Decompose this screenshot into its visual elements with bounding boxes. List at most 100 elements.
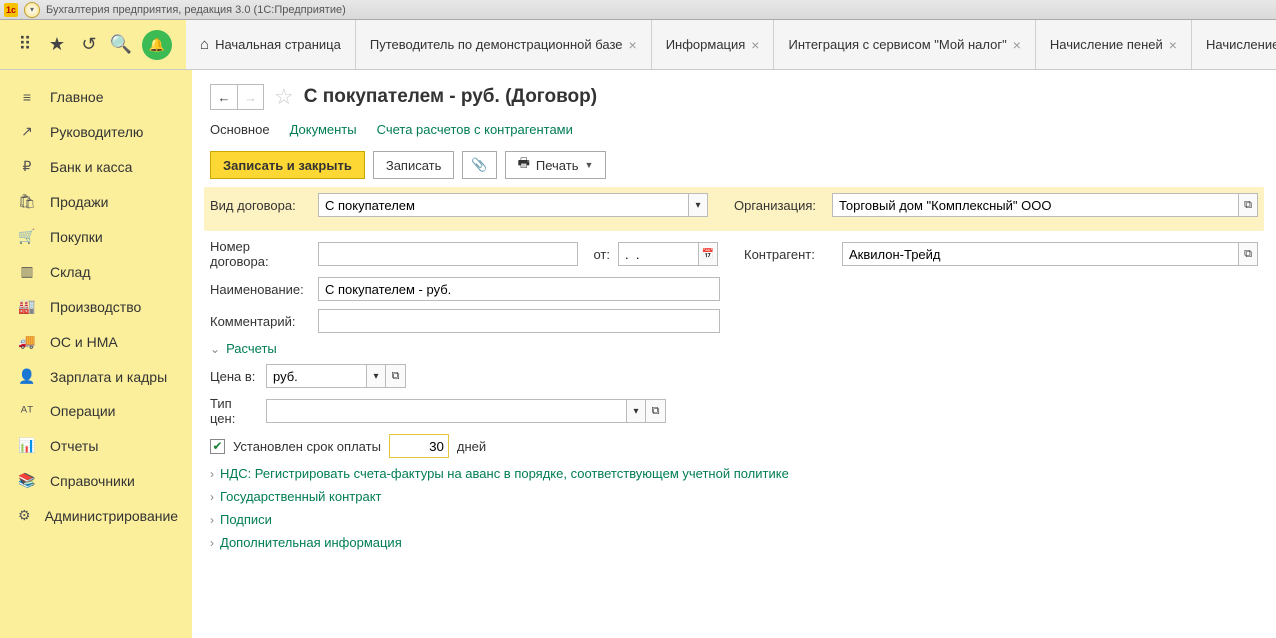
back-button[interactable]: ←: [211, 85, 237, 109]
close-icon[interactable]: ×: [1169, 37, 1177, 53]
chevron-down-icon: ▼: [584, 160, 593, 170]
search-icon[interactable]: 🔍: [110, 34, 132, 56]
favorite-star-icon[interactable]: ☆: [274, 84, 294, 110]
chevron-down-icon[interactable]: ▾: [366, 364, 386, 388]
subtab-docs[interactable]: Документы: [290, 122, 357, 137]
chevron-right-icon: ›: [210, 513, 214, 527]
app-menu-dropdown[interactable]: ▾: [24, 2, 40, 18]
star-icon[interactable]: ★: [46, 34, 68, 56]
nav-buttons: ← →: [210, 84, 264, 110]
partner-input[interactable]: [842, 242, 1238, 266]
factory-icon: 🏭: [18, 298, 36, 315]
sidebar-item-operations[interactable]: ᴬᵀОперации: [0, 394, 192, 428]
section-extra[interactable]: › Дополнительная информация: [210, 535, 1258, 550]
chevron-down-icon[interactable]: ▾: [626, 399, 646, 423]
kind-input[interactable]: [318, 193, 688, 217]
books-icon: 📚: [18, 472, 36, 489]
content: ← → ☆ С покупателем - руб. (Договор) Осн…: [192, 70, 1276, 638]
label-org: Организация:: [734, 198, 824, 213]
tab-penalties-2[interactable]: Начисление пеней: [1192, 20, 1276, 69]
partner-select[interactable]: ⧉: [842, 242, 1258, 266]
price-type-select[interactable]: ▾ ⧉: [266, 399, 666, 423]
sidebar-item-main[interactable]: ≡ Главное: [0, 80, 192, 114]
chevron-down-icon: ⌄: [210, 342, 220, 356]
name-input[interactable]: [318, 277, 720, 301]
tab-penalties-1[interactable]: Начисление пеней ×: [1036, 20, 1192, 69]
date-field[interactable]: 📅: [618, 242, 718, 266]
currency-select[interactable]: ▾ ⧉: [266, 364, 406, 388]
chevron-right-icon: ›: [210, 467, 214, 481]
section-label: НДС: Регистрировать счета-фактуры на ава…: [220, 466, 789, 481]
close-icon[interactable]: ×: [751, 37, 759, 53]
sidebar-item-salary[interactable]: 👤Зарплата и кадры: [0, 359, 192, 394]
chevron-down-icon[interactable]: ▾: [688, 193, 708, 217]
section-nds[interactable]: › НДС: Регистрировать счета-фактуры на а…: [210, 466, 1258, 481]
sidebar-label: Покупки: [50, 229, 103, 245]
currency-input[interactable]: [266, 364, 366, 388]
ruble-icon: ₽: [18, 158, 36, 175]
attach-button[interactable]: 📎: [462, 151, 496, 179]
sidebar-item-production[interactable]: 🏭Производство: [0, 289, 192, 324]
tab-integration[interactable]: Интеграция с сервисом "Мой налог" ×: [774, 20, 1035, 69]
tab-bar: ⌂ Начальная страница Путеводитель по дем…: [186, 20, 1276, 69]
tab-home[interactable]: ⌂ Начальная страница: [186, 20, 356, 69]
org-input[interactable]: [832, 193, 1238, 217]
section-gov[interactable]: › Государственный контракт: [210, 489, 1258, 504]
sidebar-item-refs[interactable]: 📚 Справочники: [0, 463, 192, 498]
subtab-main[interactable]: Основное: [210, 122, 270, 137]
bag-icon: 🛍: [18, 193, 36, 210]
gear-icon: ⚙: [18, 507, 31, 524]
sidebar-item-sales[interactable]: 🛍Продажи: [0, 184, 192, 219]
menu-icon: ≡: [18, 89, 36, 105]
close-icon[interactable]: ×: [629, 37, 637, 53]
org-select[interactable]: ⧉: [832, 193, 1258, 217]
document-header: ← → ☆ С покупателем - руб. (Договор): [210, 84, 1258, 110]
ops-icon: ᴬᵀ: [18, 403, 36, 419]
history-icon[interactable]: ↺: [78, 34, 100, 56]
sidebar-item-assets[interactable]: 🚚ОС и НМА: [0, 324, 192, 359]
price-type-input[interactable]: [266, 399, 626, 423]
top-toolbar: ⠿ ★ ↺ 🔍 🔔 ⌂ Начальная страница Путеводит…: [0, 20, 1276, 70]
person-icon: 👤: [18, 368, 36, 385]
tab-label: Начальная страница: [215, 37, 341, 52]
section-label: Подписи: [220, 512, 272, 527]
sidebar-label: Справочники: [50, 473, 135, 489]
button-label: Записать и закрыть: [223, 158, 352, 173]
sidebar-item-reports[interactable]: 📊Отчеты: [0, 428, 192, 463]
tab-guide[interactable]: Путеводитель по демонстрационной базе ×: [356, 20, 652, 69]
chevron-right-icon: ›: [210, 536, 214, 550]
save-and-close-button[interactable]: Записать и закрыть: [210, 151, 365, 179]
save-button[interactable]: Записать: [373, 151, 455, 179]
print-button[interactable]: 🖶Печать▼: [505, 151, 607, 179]
comment-input[interactable]: [318, 309, 720, 333]
notifications-bell-icon[interactable]: 🔔: [142, 30, 172, 60]
kind-select[interactable]: ▾: [318, 193, 708, 217]
sidebar-label: Главное: [50, 89, 104, 105]
tab-info[interactable]: Информация ×: [652, 20, 775, 69]
date-input[interactable]: [618, 242, 698, 266]
calendar-icon[interactable]: 📅: [698, 242, 718, 266]
open-icon[interactable]: ⧉: [386, 364, 406, 388]
section-label: Дополнительная информация: [220, 535, 402, 550]
open-icon[interactable]: ⧉: [646, 399, 666, 423]
close-icon[interactable]: ×: [1013, 37, 1021, 53]
section-calc[interactable]: ⌄ Расчеты: [210, 341, 1258, 356]
grid-icon[interactable]: ⠿: [14, 34, 36, 56]
open-icon[interactable]: ⧉: [1238, 242, 1258, 266]
section-sign[interactable]: › Подписи: [210, 512, 1258, 527]
subtab-accounts[interactable]: Счета расчетов с контрагентами: [377, 122, 573, 137]
sidebar-item-manager[interactable]: ↗Руководителю: [0, 114, 192, 149]
boxes-icon: ▥: [18, 263, 36, 280]
sidebar-item-purchases[interactable]: 🛒Покупки: [0, 219, 192, 254]
open-icon[interactable]: ⧉: [1238, 193, 1258, 217]
tab-label: Начисление пеней: [1206, 37, 1276, 52]
sidebar-item-warehouse[interactable]: ▥Склад: [0, 254, 192, 289]
forward-button[interactable]: →: [237, 85, 263, 109]
home-icon: ⌂: [200, 36, 209, 53]
number-input[interactable]: [318, 242, 578, 266]
sidebar-item-bank[interactable]: ₽Банк и касса: [0, 149, 192, 184]
sidebar-label: Руководителю: [50, 124, 143, 140]
term-set-checkbox[interactable]: ✔: [210, 439, 225, 454]
sidebar-item-admin[interactable]: ⚙Администрирование: [0, 498, 192, 533]
term-days-input[interactable]: [389, 434, 449, 458]
